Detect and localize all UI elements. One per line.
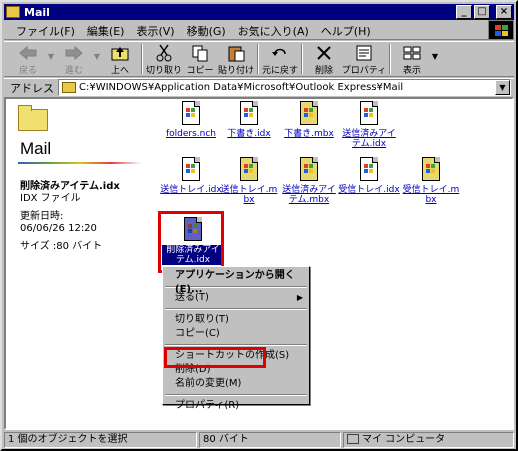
file-item[interactable]: 送信済みアイテム.idx [338,101,400,149]
file-item[interactable]: 下書き.idx [218,101,280,139]
menu-bar: ファイル(F) 編集(E) 表示(V) 移動(G) お気に入り(A) ヘルプ(H… [4,22,514,40]
document-icon [180,157,202,183]
address-bar: アドレス C:¥WINDOWS¥Application Data¥Microso… [4,78,514,96]
undo-icon [272,48,286,56]
view-button[interactable]: 表示 [394,42,430,76]
submenu-arrow-icon: ▶ [296,293,303,302]
menu-edit[interactable]: 編集(E) [85,23,127,39]
file-item[interactable]: 受信トレイ.mbx [400,157,462,205]
back-dropdown[interactable]: ▼ [46,42,56,61]
menu-go[interactable]: 移動(G) [185,23,228,39]
menu-item-properties[interactable]: プロパティ(R) [163,399,309,413]
file-size: サイズ :80 バイト [20,241,103,252]
menu-help[interactable]: ヘルプ(H) [319,23,373,39]
menu-item-copy[interactable]: コピー(C) [163,327,309,341]
windows-logo-icon [488,20,514,40]
menu-item-open-with[interactable]: アプリケーションから開く(E)... [163,269,309,295]
folder-title: Mail [20,139,52,158]
status-bar: 1 個のオブジェクトを選択 80 バイト マイ コンピュータ [4,432,514,449]
menu-favorites[interactable]: お気に入り(A) [236,23,311,39]
file-info: 削除済みアイテム.idx IDX ファイル 更新日時: 06/06/26 12:… [20,181,145,253]
file-item[interactable]: 下書き.mbx [278,101,340,139]
properties-icon [356,45,372,61]
computer-icon [347,434,359,444]
menu-item-send-to[interactable]: 送る(T) ▶ [163,291,309,305]
mailbox-file-icon [298,157,320,183]
close-button[interactable]: × [496,5,512,19]
mailbox-file-icon [420,157,442,183]
view-dropdown[interactable]: ▼ [430,42,440,61]
file-item[interactable]: 受信トレイ.idx [338,157,400,195]
status-size: 80 バイト [199,432,341,448]
folder-icon [6,6,20,18]
selected-file-name: 削除済みアイテム.idx [20,181,120,192]
folder-icon [62,82,76,93]
delete-button[interactable]: 削除 [306,42,342,76]
folder-icon [18,105,48,131]
status-location: マイ コンピュータ [343,432,514,448]
copy-icon [192,45,208,62]
menu-file[interactable]: ファイル(F) [14,23,77,39]
document-icon [180,101,202,127]
menu-view[interactable]: 表示(V) [134,23,176,39]
divider [18,162,142,164]
address-path: C:¥WINDOWS¥Application Data¥Microsoft¥Ou… [79,82,404,93]
address-dropdown-button[interactable]: ▼ [495,80,510,95]
highlight-box [158,211,224,273]
document-icon [358,101,380,127]
highlight-box [164,347,266,368]
web-view-panel: Mail 削除済みアイテム.idx IDX ファイル 更新日時: 06/06/2… [6,99,146,428]
modified-value: 06/06/26 12:20 [20,223,97,234]
file-item[interactable]: folders.nch [160,101,222,139]
file-item[interactable]: 送信トレイ.idx [160,157,222,195]
menu-item-cut[interactable]: 切り取り(T) [163,313,309,327]
document-icon [358,157,380,183]
minimize-button[interactable]: _ [456,5,472,19]
address-input[interactable]: C:¥WINDOWS¥Application Data¥Microsoft¥Ou… [58,79,511,96]
document-icon [238,101,260,127]
clipboard-icon [228,46,245,62]
mailbox-file-icon [298,101,320,127]
forward-arrow-icon [65,45,83,61]
back-arrow-icon [19,45,37,61]
modified-label: 更新日時: [20,211,64,222]
file-item[interactable]: 送信済みアイテム.mbx [278,157,340,205]
forward-dropdown[interactable]: ▼ [92,42,102,61]
properties-button[interactable]: プロパティ [342,42,386,76]
window-title: Mail [24,5,50,19]
paste-button[interactable]: 貼り付け [218,42,254,76]
address-label: アドレス [10,81,54,95]
forward-button[interactable]: 進む [56,42,92,76]
file-item[interactable]: 送信トレイ.mbx [218,157,280,205]
delete-x-icon [317,46,331,60]
mailbox-file-icon [238,157,260,183]
maximize-button[interactable]: □ [474,5,490,19]
up-button[interactable]: 上へ [102,42,138,76]
toolbar: 戻る ▼ 進む ▼ 上へ 切り取り コピー 貼り付け 元に戻す 削除 プロパティ… [4,41,514,77]
undo-button[interactable]: 元に戻す [262,42,298,76]
menu-item-rename[interactable]: 名前の変更(M) [163,377,309,391]
view-icon [403,46,421,60]
explorer-window: Mail _ □ × ファイル(F) 編集(E) 表示(V) 移動(G) お気に… [0,0,518,451]
back-button[interactable]: 戻る [10,42,46,76]
scissors-icon [156,44,172,62]
copy-button[interactable]: コピー [182,42,218,76]
status-selection: 1 個のオブジェクトを選択 [4,432,197,448]
send-to-label: 送る(T) [175,292,209,303]
up-folder-icon [111,47,129,61]
selected-file-type: IDX ファイル [20,193,81,204]
context-menu: アプリケーションから開く(E)... 送る(T) ▶ 切り取り(T) コピー(C… [162,266,310,411]
cut-button[interactable]: 切り取り [146,42,182,76]
title-bar[interactable]: Mail _ □ × [4,4,514,20]
